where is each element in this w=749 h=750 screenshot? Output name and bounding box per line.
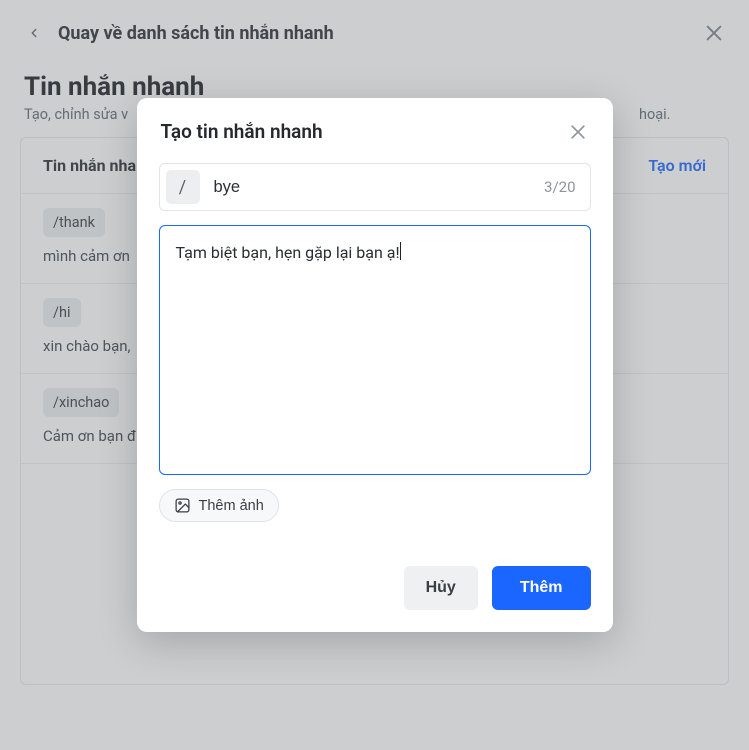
modal-title: Tạo tin nhắn nhanh (161, 120, 323, 143)
close-icon[interactable] (567, 121, 589, 143)
cancel-button[interactable]: Hủy (404, 566, 478, 610)
message-value: Tạm biệt bạn, hẹn gặp lại bạn ạ! (176, 243, 400, 262)
text-caret (400, 242, 401, 260)
image-icon (174, 497, 191, 514)
message-textarea[interactable]: Tạm biệt bạn, hẹn gặp lại bạn ạ! (176, 242, 574, 458)
char-counter: 3/20 (544, 178, 575, 196)
message-field-wrapper: Tạm biệt bạn, hẹn gặp lại bạn ạ! (159, 225, 591, 475)
modal-header: Tạo tin nhắn nhanh (159, 120, 591, 143)
slash-icon: / (166, 170, 200, 204)
modal-overlay[interactable]: Tạo tin nhắn nhanh / 3/20 Tạm biệt bạn, … (0, 0, 749, 750)
modal-footer: Hủy Thêm (159, 566, 591, 610)
shortcut-input[interactable] (214, 178, 535, 197)
add-image-button[interactable]: Thêm ảnh (159, 489, 279, 522)
create-quick-message-modal: Tạo tin nhắn nhanh / 3/20 Tạm biệt bạn, … (137, 98, 613, 632)
shortcut-field-wrapper: / 3/20 (159, 163, 591, 211)
submit-button[interactable]: Thêm (492, 566, 591, 610)
add-image-label: Thêm ảnh (199, 498, 264, 514)
add-image-row: Thêm ảnh (159, 489, 591, 522)
